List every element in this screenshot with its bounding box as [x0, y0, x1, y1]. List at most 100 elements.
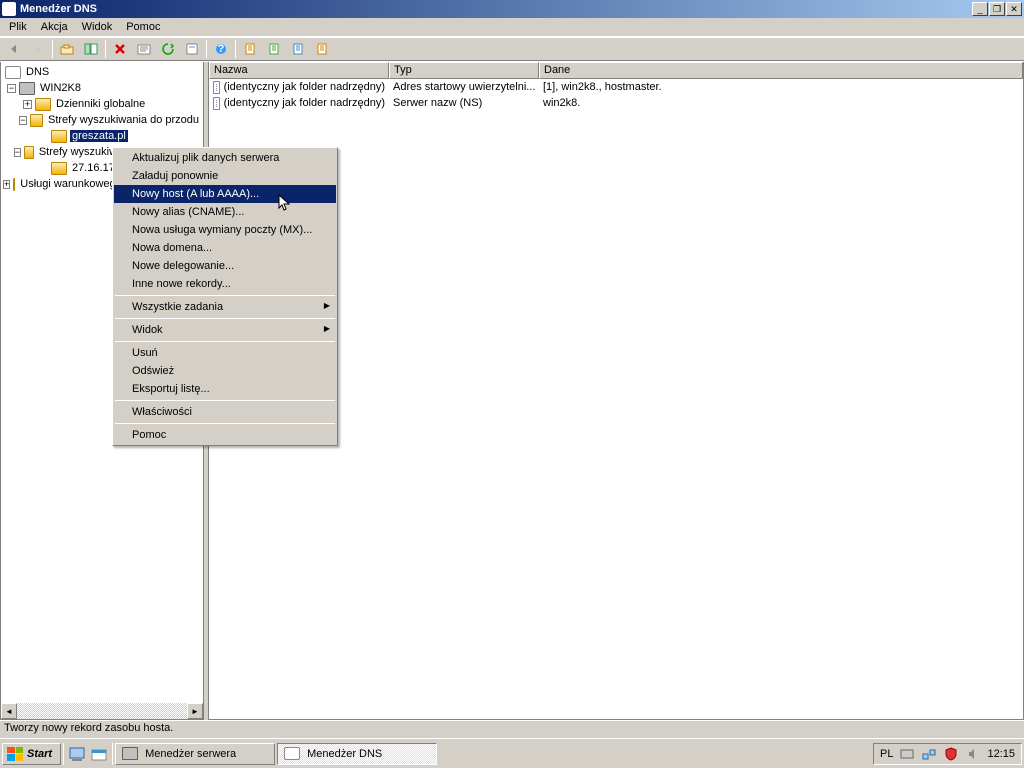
start-button[interactable]: Start — [2, 743, 61, 765]
ctx-reload[interactable]: Załaduj ponownie — [114, 167, 336, 185]
tool-button-4[interactable] — [311, 38, 333, 60]
tree-forward-zones[interactable]: −Strefy wyszukiwania do przodu — [3, 112, 201, 128]
tool-button-3[interactable] — [287, 38, 309, 60]
tree-server[interactable]: −WIN2K8 — [3, 80, 201, 96]
server-icon — [19, 82, 35, 95]
back-button[interactable] — [3, 38, 25, 60]
cell-data: [1], win2k8., hostmaster. — [539, 81, 1023, 93]
close-button[interactable]: ✕ — [1006, 2, 1022, 16]
quicklaunch-desktop[interactable] — [66, 743, 88, 765]
taskbar: Start Menedżer serwera Menedżer DNS PL 1… — [0, 738, 1024, 768]
ctx-new-alias[interactable]: Nowy alias (CNAME)... — [114, 203, 336, 221]
list-header: Nazwa Typ Dane — [209, 62, 1023, 79]
col-dane[interactable]: Dane — [539, 62, 1023, 79]
ctx-all-tasks[interactable]: Wszystkie zadania — [114, 298, 336, 316]
tree-global-logs[interactable]: +Dzienniki globalne — [3, 96, 201, 112]
folder-icon — [24, 146, 34, 159]
refresh-button[interactable] — [133, 38, 155, 60]
cell-type: Serwer nazw (NS) — [389, 97, 539, 109]
ctx-update-server-file[interactable]: Aktualizuj plik danych serwera — [114, 149, 336, 167]
folder-icon — [51, 162, 67, 175]
expand-icon[interactable]: + — [23, 100, 32, 109]
ctx-delete[interactable]: Usuń — [114, 344, 336, 362]
expand-icon[interactable]: + — [3, 180, 10, 189]
app-icon — [2, 2, 16, 16]
help-button[interactable]: ? — [210, 38, 232, 60]
menubar: Plik Akcja Widok Pomoc — [0, 18, 1024, 37]
ctx-new-mx[interactable]: Nowa usługa wymiany poczty (MX)... — [114, 221, 336, 239]
forward-button[interactable] — [27, 38, 49, 60]
separator — [115, 400, 335, 401]
system-tray: PL 12:15 — [873, 743, 1022, 765]
context-menu: Aktualizuj plik danych serwera Załaduj p… — [112, 147, 338, 446]
record-icon — [213, 97, 220, 110]
scroll-left-button[interactable]: ◄ — [1, 703, 17, 719]
separator — [115, 423, 335, 424]
collapse-icon[interactable]: − — [19, 116, 27, 125]
scroll-right-button[interactable]: ► — [187, 703, 203, 719]
menu-akcja[interactable]: Akcja — [34, 19, 75, 35]
statusbar: Tworzy nowy rekord zasobu hosta. — [0, 720, 1024, 738]
tray-volume-icon[interactable] — [965, 746, 981, 762]
tree-zone-greszata[interactable]: greszata.pl — [3, 128, 201, 144]
show-hide-button[interactable] — [80, 38, 102, 60]
minimize-button[interactable]: _ — [972, 2, 988, 16]
menu-plik[interactable]: Plik — [2, 19, 34, 35]
ctx-new-delegation[interactable]: Nowe delegowanie... — [114, 257, 336, 275]
up-button[interactable] — [56, 38, 78, 60]
cell-data: win2k8. — [539, 97, 1023, 109]
properties-button[interactable] — [181, 38, 203, 60]
list-row[interactable]: (identyczny jak folder nadrzędny) Serwer… — [209, 95, 1023, 111]
ctx-properties[interactable]: Właściwości — [114, 403, 336, 421]
toolbar: ? — [0, 37, 1024, 61]
ctx-export-list[interactable]: Eksportuj listę... — [114, 380, 336, 398]
window-title: Menedżer DNS — [20, 3, 972, 15]
ctx-refresh[interactable]: Odśwież — [114, 362, 336, 380]
cell-type: Adres startowy uwierzytelni... — [389, 81, 539, 93]
svg-text:?: ? — [218, 43, 225, 55]
tray-clock[interactable]: 12:15 — [987, 748, 1015, 760]
col-typ[interactable]: Typ — [389, 62, 539, 79]
cell-name: (identyczny jak folder nadrzędny) — [224, 97, 385, 109]
record-icon — [213, 81, 220, 94]
collapse-icon[interactable]: − — [7, 84, 16, 93]
tray-icon-1[interactable] — [899, 746, 915, 762]
server-icon — [122, 747, 138, 760]
maximize-button[interactable]: ❐ — [989, 2, 1005, 16]
folder-icon — [35, 98, 51, 111]
separator — [115, 341, 335, 342]
export-button[interactable] — [157, 38, 179, 60]
delete-button[interactable] — [109, 38, 131, 60]
start-label: Start — [27, 748, 52, 760]
tool-button-2[interactable] — [263, 38, 285, 60]
col-nazwa[interactable]: Nazwa — [209, 62, 389, 79]
list-row[interactable]: (identyczny jak folder nadrzędny) Adres … — [209, 79, 1023, 95]
windows-flag-icon — [7, 747, 23, 761]
ctx-other-records[interactable]: Inne nowe rekordy... — [114, 275, 336, 293]
separator — [115, 318, 335, 319]
titlebar: Menedżer DNS _ ❐ ✕ — [0, 0, 1024, 18]
collapse-icon[interactable]: − — [14, 148, 21, 157]
folder-icon — [30, 114, 43, 127]
scroll-track[interactable] — [17, 703, 187, 719]
dns-icon — [5, 66, 21, 79]
folder-icon — [51, 130, 67, 143]
tool-button-1[interactable] — [239, 38, 261, 60]
tray-network-icon[interactable] — [921, 746, 937, 762]
quicklaunch-explorer[interactable] — [88, 743, 110, 765]
tray-lang[interactable]: PL — [880, 748, 893, 760]
cell-name: (identyczny jak folder nadrzędny) — [224, 81, 385, 93]
ctx-view[interactable]: Widok — [114, 321, 336, 339]
task-server-manager[interactable]: Menedżer serwera — [115, 743, 275, 765]
folder-icon — [13, 178, 15, 191]
separator — [115, 295, 335, 296]
menu-widok[interactable]: Widok — [75, 19, 120, 35]
ctx-help[interactable]: Pomoc — [114, 426, 336, 444]
tree-root-dns[interactable]: DNS — [3, 64, 201, 80]
status-text: Tworzy nowy rekord zasobu hosta. — [4, 722, 173, 734]
ctx-new-host[interactable]: Nowy host (A lub AAAA)... — [114, 185, 336, 203]
menu-pomoc[interactable]: Pomoc — [119, 19, 167, 35]
tray-shield-icon[interactable] — [943, 746, 959, 762]
task-dns-manager[interactable]: Menedżer DNS — [277, 743, 437, 765]
ctx-new-domain[interactable]: Nowa domena... — [114, 239, 336, 257]
